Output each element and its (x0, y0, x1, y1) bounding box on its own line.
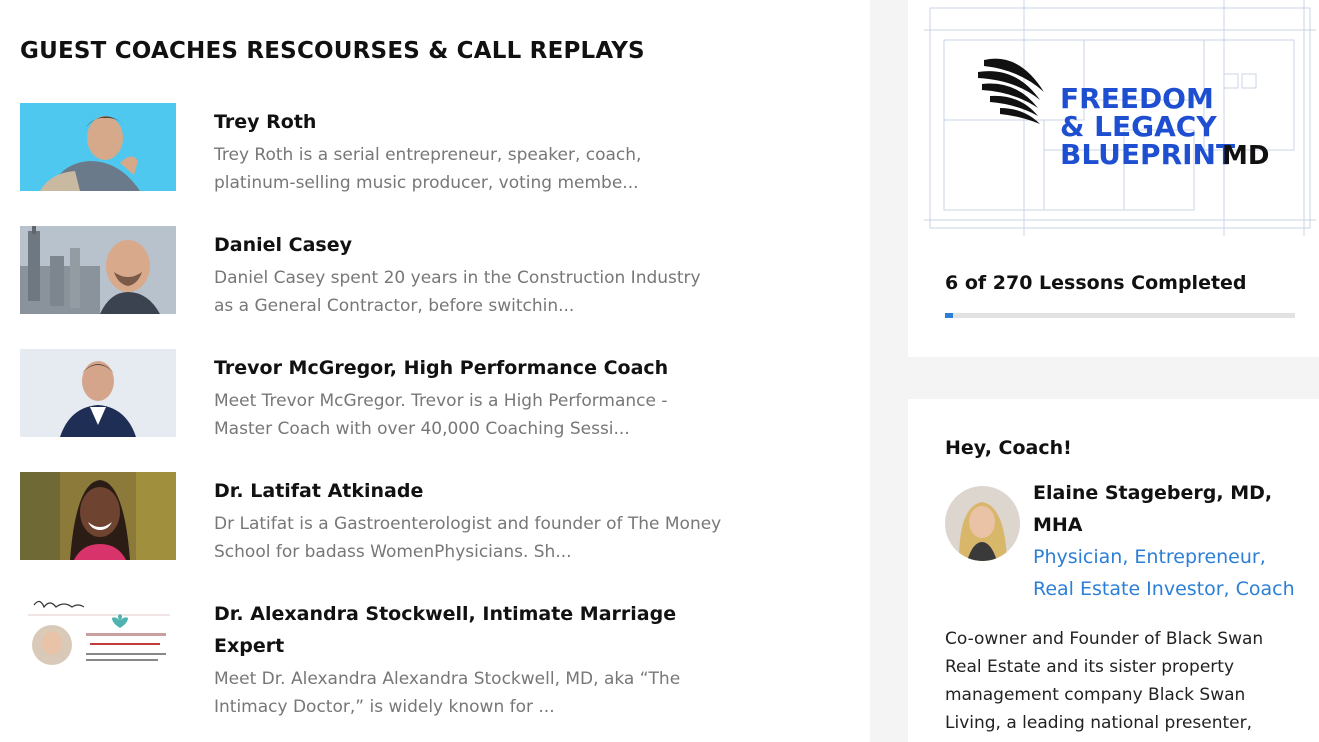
coach-photo-image (20, 226, 176, 314)
course-card: FREEDOM & LEGACY BLUEPRINT MD 6 of 270 L… (908, 0, 1319, 357)
profile-name: Elaine Stageberg, MD, MHA (1033, 482, 1273, 536)
logo-suffix: MD (1222, 141, 1269, 171)
coach-thumbnail[interactable] (20, 226, 176, 314)
coach-thumbnail[interactable] (20, 472, 176, 560)
coach-item-trevor-mcgregor[interactable]: Trevor McGregor, High Performance Coach … (20, 349, 740, 459)
coach-description: Meet Dr. Alexandra Alexandra Stockwell, … (214, 669, 681, 717)
coach-name[interactable]: Trevor McGregor, High Performance Coach (214, 352, 694, 384)
profile-bio: Co-owner and Founder of Black Swan Real … (945, 629, 1264, 742)
coach-name[interactable]: Trey Roth (214, 106, 694, 138)
coach-photo-image (20, 103, 176, 191)
progress-label: 6 of 270 Lessons Completed (945, 272, 1247, 294)
progress-fill (945, 313, 953, 318)
coach-photo-image (20, 595, 176, 683)
coach-item-daniel-casey[interactable]: Daniel Casey Daniel Casey spent 20 years… (20, 226, 740, 336)
coach-description: Meet Trevor McGregor. Trevor is a High P… (214, 391, 668, 439)
course-logo: FREEDOM & LEGACY BLUEPRINT MD (924, 0, 1316, 236)
coach-profile-card: Hey, Coach! Elaine Stageberg, MD, MHA Ph… (908, 399, 1319, 742)
coach-item-trey-roth[interactable]: Trey Roth Trey Roth is a serial entrepre… (20, 103, 740, 213)
main-content: GUEST COACHES RESCOURSES & CALL REPLAYS … (0, 0, 870, 742)
coach-thumbnail[interactable] (20, 349, 176, 437)
profile-greeting: Hey, Coach! (945, 437, 1072, 459)
section-title: GUEST COACHES RESCOURSES & CALL REPLAYS (20, 38, 645, 64)
profile-role: Physician, Entrepreneur, Real Estate Inv… (1033, 546, 1295, 600)
avatar-image (945, 486, 1020, 561)
coach-item-latifat-atkinade[interactable]: Dr. Latifat Atkinade Dr Latifat is a Gas… (20, 472, 740, 582)
avatar (945, 486, 1020, 561)
blueprint-background-image: FREEDOM & LEGACY BLUEPRINT MD (924, 0, 1316, 236)
coach-name[interactable]: Dr. Latifat Atkinade (214, 475, 694, 507)
progress-bar (945, 313, 1295, 318)
coach-name[interactable]: Daniel Casey (214, 229, 694, 261)
logo-line3: BLUEPRINT (1060, 138, 1235, 171)
coach-photo-image (20, 472, 176, 560)
coach-description: Daniel Casey spent 20 years in the Const… (214, 268, 701, 316)
coach-name[interactable]: Dr. Alexandra Stockwell, Intimate Marria… (214, 598, 694, 662)
coach-photo-image (20, 349, 176, 437)
coach-description: Dr Latifat is a Gastroenterologist and f… (214, 514, 722, 562)
coach-thumbnail[interactable] (20, 595, 176, 683)
sidebar: FREEDOM & LEGACY BLUEPRINT MD 6 of 270 L… (870, 0, 1319, 742)
coach-thumbnail[interactable] (20, 103, 176, 191)
coach-item-alexandra-stockwell[interactable]: Dr. Alexandra Stockwell, Intimate Marria… (20, 595, 740, 717)
coach-description: Trey Roth is a serial entrepreneur, spea… (214, 145, 642, 193)
